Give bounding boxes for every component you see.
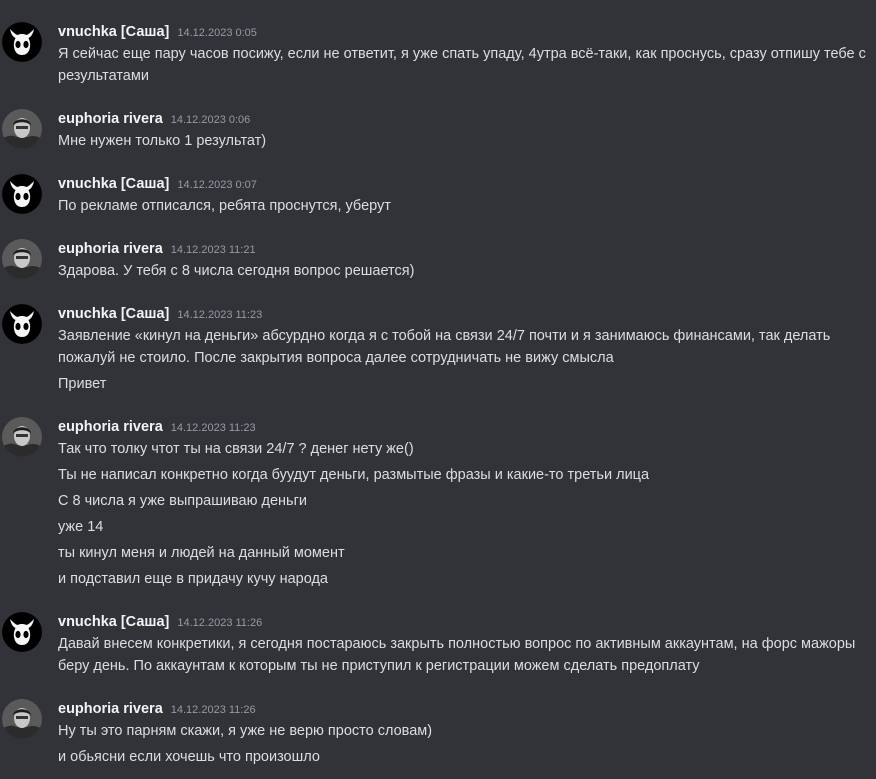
- timestamp[interactable]: 14.12.2023 11:21: [171, 244, 256, 256]
- message-text: Ты не написал конкретно когда буудут ден…: [58, 467, 650, 483]
- message-text: По рекламе отписался, ребята проснутся, …: [58, 198, 391, 214]
- username[interactable]: vnuchka [Саша]: [58, 176, 169, 192]
- username[interactable]: euphoria rivera: [58, 701, 163, 717]
- message-text: С 8 числа я уже выпрашиваю деньги: [58, 493, 307, 509]
- timestamp[interactable]: 14.12.2023 11:26: [171, 704, 256, 716]
- message-header: vnuchka [Саша] 14.12.2023 11:26: [58, 612, 262, 632]
- hollow-knight-avatar-icon[interactable]: [2, 174, 42, 214]
- message-text: Так что толку чтот ты на связи 24/7 ? де…: [58, 441, 414, 457]
- user-photo-avatar-icon[interactable]: [2, 109, 42, 149]
- message-header: vnuchka [Саша] 14.12.2023 11:23: [58, 304, 262, 324]
- message-header: euphoria rivera 14.12.2023 0:06: [58, 109, 250, 129]
- message-text: уже 14: [58, 519, 104, 535]
- timestamp[interactable]: 14.12.2023 0:07: [177, 179, 257, 191]
- message-text: и обьясни если хочешь что произошло: [58, 749, 320, 765]
- message-text: Ну ты это парням скажи, я уже не верю пр…: [58, 723, 433, 739]
- message-text: Здарова. У тебя с 8 числа сегодня вопрос…: [58, 263, 415, 279]
- hollow-knight-avatar-icon[interactable]: [2, 304, 42, 344]
- user-photo-avatar-icon[interactable]: [2, 699, 42, 739]
- username[interactable]: vnuchka [Саша]: [58, 306, 169, 322]
- message-text: ты кинул меня и людей на данный момент: [58, 545, 345, 561]
- user-photo-avatar-icon[interactable]: [2, 417, 42, 457]
- message-header: euphoria rivera 14.12.2023 11:23: [58, 417, 256, 437]
- username[interactable]: euphoria rivera: [58, 241, 163, 257]
- timestamp[interactable]: 14.12.2023 0:05: [177, 27, 257, 39]
- username[interactable]: vnuchka [Саша]: [58, 614, 169, 630]
- timestamp[interactable]: 14.12.2023 11:26: [177, 617, 262, 629]
- message-header: vnuchka [Саша] 14.12.2023 0:07: [58, 174, 257, 194]
- hollow-knight-avatar-icon[interactable]: [2, 612, 42, 652]
- timestamp[interactable]: 14.12.2023 0:06: [171, 114, 251, 126]
- message-text: Привет: [58, 376, 107, 392]
- hollow-knight-avatar-icon[interactable]: [2, 22, 42, 62]
- user-photo-avatar-icon[interactable]: [2, 239, 42, 279]
- message-header: euphoria rivera 14.12.2023 11:21: [58, 239, 256, 259]
- message-header: euphoria rivera 14.12.2023 11:26: [58, 699, 256, 719]
- username[interactable]: vnuchka [Саша]: [58, 24, 169, 40]
- message-text: Заявление «кинул на деньги» абсурдно ког…: [58, 328, 831, 366]
- timestamp[interactable]: 14.12.2023 11:23: [171, 422, 256, 434]
- username[interactable]: euphoria rivera: [58, 419, 163, 435]
- message-text: и подставил еще в придачу кучу народа: [58, 571, 328, 587]
- message-text: Давай внесем конкретики, я сегодня поста…: [58, 636, 856, 674]
- timestamp[interactable]: 14.12.2023 11:23: [177, 309, 262, 321]
- chat-message-list: vnuchka [Саша] 14.12.2023 0:05 Я сейчас е…: [0, 0, 876, 779]
- message-text: Я сейчас еще пару часов посижу, если не …: [58, 46, 866, 84]
- message-text: Мне нужен только 1 результат): [58, 133, 267, 149]
- username[interactable]: euphoria rivera: [58, 111, 163, 127]
- message-header: vnuchka [Саша] 14.12.2023 0:05: [58, 22, 257, 42]
